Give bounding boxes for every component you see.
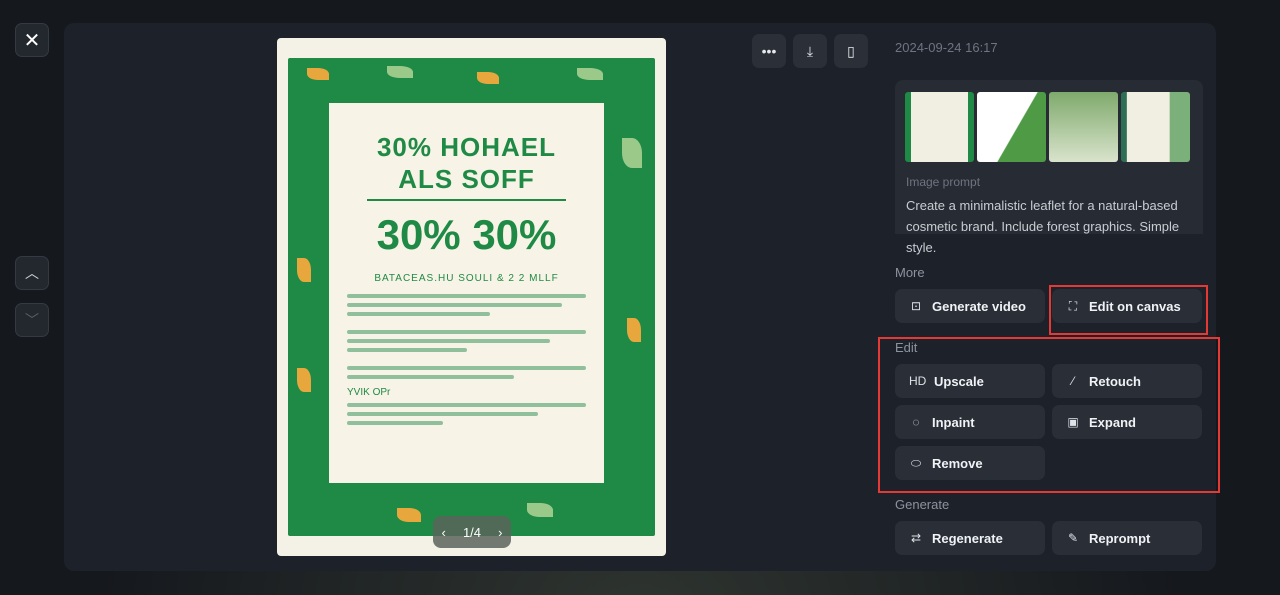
download-button[interactable]: ⤓: [793, 34, 827, 68]
leaf-decoration: [627, 318, 641, 342]
leaf-decoration: [397, 508, 421, 522]
leaf-decoration: [387, 66, 413, 78]
close-button[interactable]: ✕: [15, 23, 49, 57]
prompt-text: Create a minimalistic leaflet for a natu…: [906, 198, 1180, 255]
more-horizontal-icon: •••: [761, 43, 777, 59]
poster-subline: BATACEAS.HU SOULI & 2 2 MLLF: [374, 273, 559, 284]
leaf-decoration: [297, 368, 311, 392]
video-plus-icon: ⊡: [910, 299, 922, 313]
image-pager: ‹ 1/4 ›: [433, 516, 511, 548]
previous-image-button[interactable]: ︿: [15, 256, 49, 290]
leaf-decoration: [477, 72, 499, 84]
poster-section: YVIK OPr: [347, 387, 391, 398]
leaf-decoration: [527, 503, 553, 517]
repeat-icon: ⇄: [910, 531, 922, 545]
poster-discount: 30% 30%: [376, 211, 557, 258]
bookmark-icon: ▯: [847, 42, 855, 59]
chevron-right-icon[interactable]: ›: [498, 525, 502, 540]
button-label: Regenerate: [932, 530, 1003, 546]
thumbnail[interactable]: [1049, 92, 1118, 162]
highlight-box: [1049, 285, 1208, 335]
leaf-decoration: [297, 258, 311, 282]
section-generate-label: Generate: [895, 497, 950, 512]
generated-image: 30% HOHAEL ALS SOFF 30% 30% BATACEAS.HU …: [277, 38, 666, 556]
chevron-down-icon: ﹀: [25, 312, 39, 328]
generate-video-button[interactable]: ⊡ Generate video: [895, 289, 1045, 323]
chevron-left-icon[interactable]: ‹: [442, 525, 446, 540]
bookmark-button[interactable]: ▯: [834, 34, 868, 68]
leaf-decoration: [577, 68, 603, 80]
pencil-icon: ✎: [1067, 531, 1079, 545]
page-indicator: 1/4: [462, 524, 482, 540]
leaf-decoration: [307, 68, 329, 80]
thumbnail[interactable]: [905, 92, 974, 162]
poster-content: 30% HOHAEL ALS SOFF 30% 30% BATACEAS.HU …: [329, 103, 604, 483]
poster-headline: 30% HOHAEL: [376, 132, 557, 162]
thumbnail[interactable]: [977, 92, 1046, 162]
button-label: Generate video: [932, 298, 1026, 314]
section-more-label: More: [895, 265, 925, 280]
highlight-box: [878, 337, 1220, 493]
download-icon: ⤓: [806, 42, 814, 59]
button-label: Reprompt: [1089, 530, 1151, 546]
poster-headline: ALS SOFF: [398, 164, 535, 194]
creation-date: 2024-09-24 16:17: [895, 40, 998, 55]
leaf-decoration: [622, 138, 642, 168]
next-image-button[interactable]: ﹀: [15, 303, 49, 337]
more-options-button[interactable]: •••: [752, 34, 786, 68]
reprompt-button[interactable]: ✎ Reprompt: [1052, 521, 1202, 555]
prompt-card: Image prompt Create a minimalistic leafl…: [895, 80, 1203, 255]
close-icon: ✕: [23, 29, 41, 52]
chevron-up-icon: ︿: [25, 265, 39, 281]
prompt-label: Image prompt: [906, 175, 981, 189]
thumbnail[interactable]: [1121, 92, 1190, 162]
regenerate-button[interactable]: ⇄ Regenerate: [895, 521, 1045, 555]
